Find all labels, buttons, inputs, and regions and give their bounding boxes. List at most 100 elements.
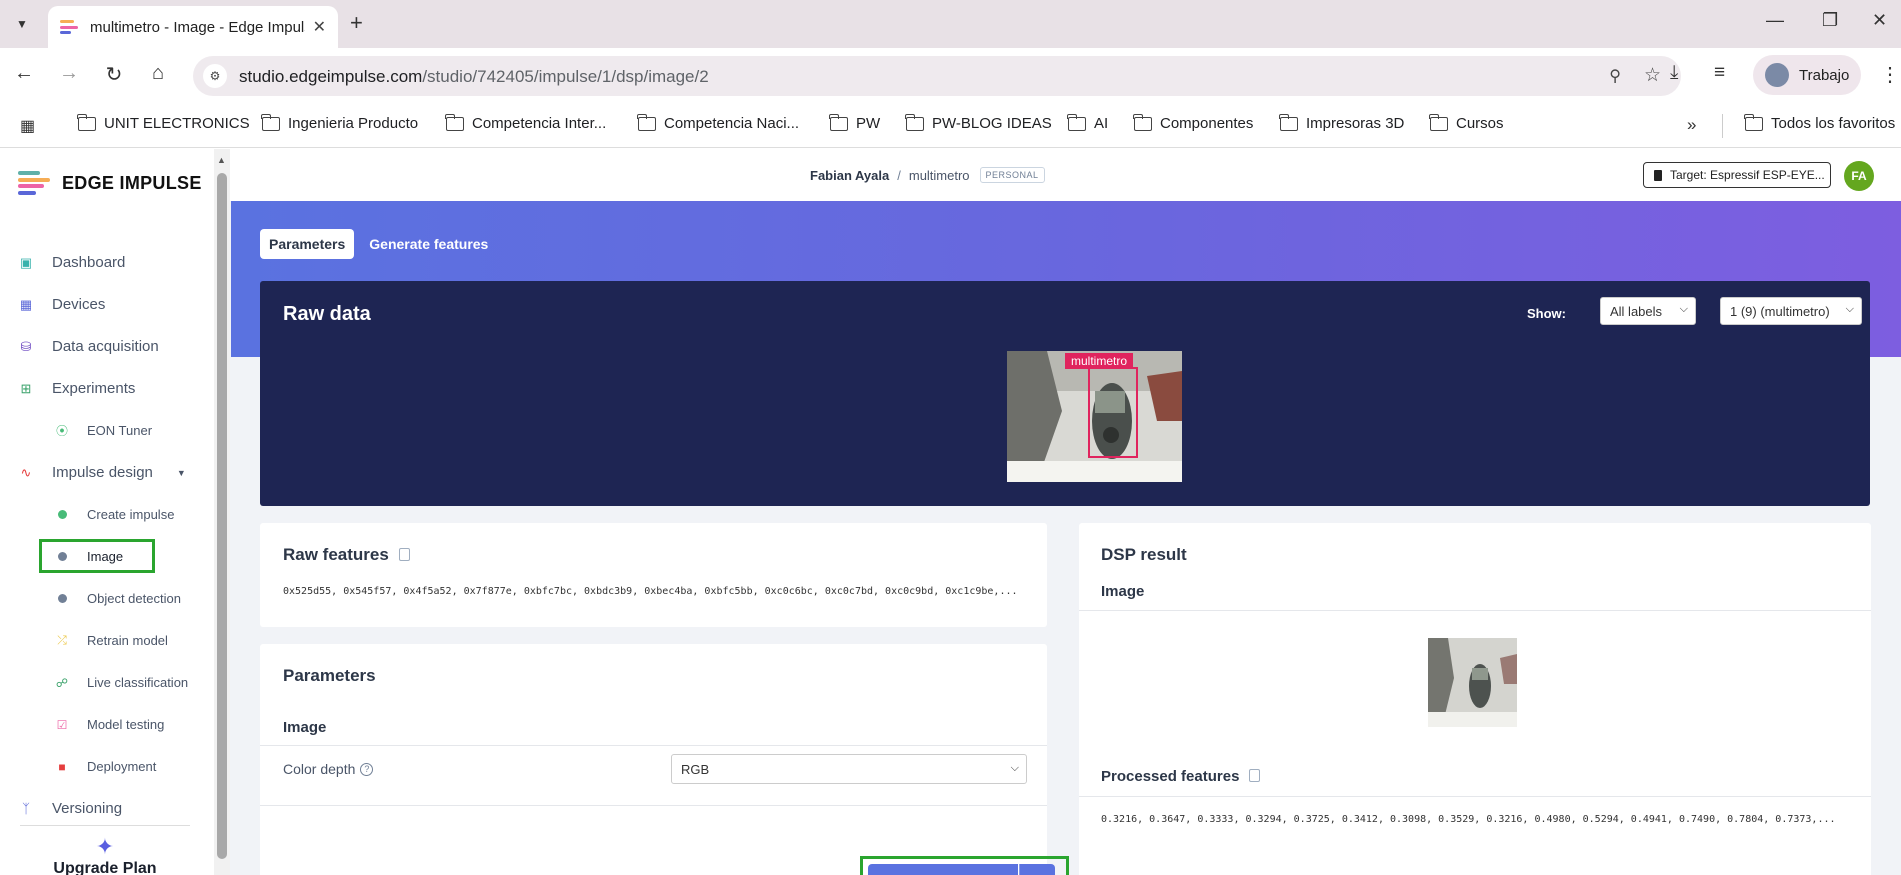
label-filter-select[interactable]: All labels ⌵	[1600, 297, 1696, 325]
restore-icon[interactable]: ❐	[1822, 10, 1838, 31]
sidebar-item-versioning[interactable]: ᛉ Versioning	[18, 800, 122, 817]
dsp-image-header: Image	[1101, 583, 1145, 600]
bookmark-folder[interactable]: AI	[1067, 113, 1108, 132]
more-bookmarks-icon[interactable]: »	[1687, 115, 1696, 135]
raw-data-panel: Raw data Show: All labels ⌵ 1 (9) (multim…	[260, 281, 1870, 506]
media-control-icon[interactable]: ≡	[1714, 62, 1725, 84]
sidebar-item-live-classification[interactable]: ☍ Live classification	[55, 675, 188, 690]
image-section-header: Image	[283, 719, 327, 736]
chevron-down-icon: ⌵	[1843, 303, 1854, 316]
sidebar-item-dashboard[interactable]: ▣ Dashboard	[18, 254, 126, 271]
bookmark-folder[interactable]: PW-BLOG IDEAS	[905, 113, 1052, 132]
sidebar-item-impulse-design[interactable]: ∿ Impulse design ▼	[18, 464, 186, 481]
folder-icon	[829, 113, 848, 131]
sidebar-item-devices[interactable]: ▦ Devices	[18, 296, 106, 313]
forward-icon[interactable]: →	[55, 62, 83, 85]
browser-tab[interactable]: multimetro - Image - Edge Impulse ✕	[48, 6, 338, 48]
all-bookmarks-folder[interactable]: Todos los favoritos	[1744, 113, 1895, 132]
close-window-icon[interactable]: ✕	[1872, 10, 1887, 31]
show-label: Show:	[1527, 306, 1566, 321]
sidebar-item-experiments[interactable]: ⊞ Experiments	[18, 380, 136, 397]
browser-tab-bar: ▼ multimetro - Image - Edge Impulse ✕ + …	[0, 0, 1901, 48]
folder-icon	[1279, 113, 1298, 131]
save-parameters-button[interactable]: Save parameters	[868, 864, 1018, 875]
sidebar: EDGE IMPULSE ▣ Dashboard ▦ Devices ⛁ Data a…	[0, 149, 230, 875]
bookmarks-divider	[1722, 114, 1723, 138]
apps-grid-icon[interactable]: ▦	[20, 116, 35, 136]
scrollbar-thumb[interactable]	[217, 173, 227, 859]
bookmark-folder[interactable]: PW	[829, 113, 880, 132]
reload-icon[interactable]: ↻	[100, 62, 128, 87]
bookmark-star-icon[interactable]: ☆	[1644, 64, 1661, 87]
sidebar-item-data-acquisition[interactable]: ⛁ Data acquisition	[18, 338, 159, 355]
edge-impulse-logo[interactable]: EDGE IMPULSE	[18, 171, 202, 195]
save-button-highlight: Save parameters ▼	[860, 856, 1069, 875]
url-text[interactable]: studio.edgeimpulse.com/studio/742405/imp…	[239, 67, 709, 87]
color-depth-select[interactable]: RGB ⌵	[671, 754, 1027, 784]
tab-bar: Parameters Generate features	[260, 229, 503, 259]
clipboard-icon: ☑	[56, 717, 68, 732]
back-icon[interactable]: ←	[10, 62, 38, 85]
tab-generate-features[interactable]: Generate features	[360, 229, 497, 259]
personal-badge: PERSONAL	[979, 167, 1045, 183]
copy-icon[interactable]	[1249, 769, 1261, 782]
target-device-button[interactable]: Target: Espressif ESP-EYE...	[1643, 162, 1831, 188]
folder-icon	[1133, 113, 1152, 131]
profile-button[interactable]: Trabajo	[1753, 55, 1861, 95]
raw-features-card: Raw features 0x525d55, 0x545f57, 0x4f5a5…	[260, 523, 1047, 627]
bounding-box-label: multimetro	[1065, 353, 1134, 369]
sidebar-item-retrain-model[interactable]: ⤮ Retrain model	[55, 633, 168, 648]
divider	[260, 805, 1047, 806]
bookmark-folder[interactable]: Impresoras 3D	[1279, 113, 1404, 132]
sample-select[interactable]: 1 (9) (multimetro) ⌵	[1720, 297, 1862, 325]
bookmark-folder[interactable]: Ingenieria Producto	[261, 113, 418, 132]
zoom-icon[interactable]: ⚲	[1609, 66, 1621, 86]
sidebar-item-create-impulse[interactable]: Create impulse	[55, 507, 174, 522]
bookmark-folder[interactable]: UNIT ELECTRONICS	[77, 113, 250, 132]
folder-icon	[1429, 113, 1448, 131]
owner-name[interactable]: Fabian Ayala	[810, 168, 889, 183]
divider	[1079, 610, 1871, 611]
user-avatar[interactable]: FA	[1844, 161, 1874, 191]
sidebar-scrollbar[interactable]: ▲	[214, 149, 230, 875]
upgrade-plan-button[interactable]: ✦ Upgrade Plan	[20, 825, 190, 875]
main-content: Fabian Ayala / multimetro PERSONAL Targe…	[230, 149, 1901, 875]
device-chip-icon	[1654, 169, 1662, 181]
tab-search-icon[interactable]: ▼	[8, 10, 36, 38]
target-label: Target: Espressif ESP-EYE...	[1670, 168, 1825, 182]
bookmark-folder[interactable]: Competencia Inter...	[445, 113, 606, 132]
sidebar-item-model-testing[interactable]: ☑ Model testing	[55, 717, 165, 732]
new-tab-icon[interactable]: +	[350, 12, 363, 34]
address-bar[interactable]: ⚙ studio.edgeimpulse.com/studio/742405/i…	[193, 56, 1681, 96]
help-icon[interactable]: ?	[360, 762, 374, 776]
close-tab-icon[interactable]: ✕	[313, 17, 326, 37]
browser-menu-icon[interactable]: ⋮	[1880, 62, 1900, 87]
sidebar-item-eon-tuner[interactable]: ⦿ EON Tuner	[55, 423, 152, 438]
divider	[260, 745, 1047, 746]
folder-icon	[445, 113, 464, 131]
folder-icon	[905, 113, 924, 131]
download-icon[interactable]: ⤓	[1670, 62, 1678, 84]
edge-impulse-favicon	[60, 20, 78, 34]
save-options-chevron-icon[interactable]: ▼	[1019, 864, 1055, 875]
home-icon[interactable]: ⌂	[144, 62, 172, 85]
bounding-box[interactable]	[1088, 367, 1138, 458]
bookmark-folder[interactable]: Componentes	[1133, 113, 1253, 132]
profile-name: Trabajo	[1799, 66, 1850, 84]
minimize-icon[interactable]: —	[1766, 10, 1784, 31]
breadcrumb: Fabian Ayala / multimetro PERSONAL	[810, 167, 1045, 183]
site-info-icon[interactable]: ⚙	[203, 64, 227, 88]
sidebar-item-deployment[interactable]: ■ Deployment	[55, 759, 156, 774]
scroll-up-icon[interactable]: ▲	[217, 155, 226, 165]
copy-icon[interactable]	[398, 548, 410, 561]
tab-parameters[interactable]: Parameters	[260, 229, 355, 259]
bookmark-folder[interactable]: Cursos	[1429, 113, 1504, 132]
bookmark-folder[interactable]: Competencia Naci...	[637, 113, 799, 132]
chevron-down-icon[interactable]: ▼	[177, 468, 186, 478]
project-name[interactable]: multimetro	[909, 168, 970, 183]
dot-icon	[55, 508, 69, 522]
sidebar-item-object-detection[interactable]: Object detection	[55, 591, 181, 606]
folder-icon	[1744, 113, 1763, 131]
logo-mark-icon	[18, 171, 50, 195]
compass-icon: ⦿	[55, 424, 68, 438]
